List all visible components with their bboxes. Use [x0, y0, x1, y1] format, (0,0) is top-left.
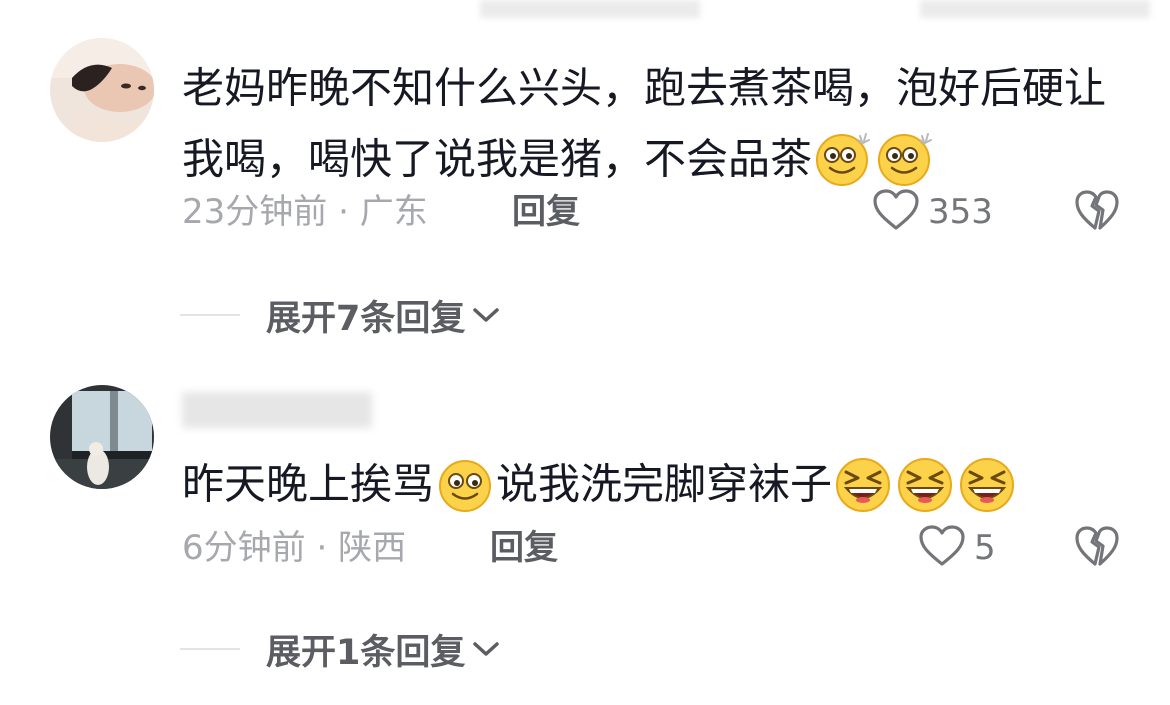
like-count: 353 — [928, 192, 993, 232]
comment-time: 23分钟前 — [182, 192, 328, 232]
heart-icon — [872, 188, 920, 236]
like-button[interactable]: 353 — [872, 188, 993, 236]
chevron-down-icon — [471, 305, 501, 325]
laughing-squint-emoji-icon — [896, 456, 954, 514]
comment-time: 6分钟前 — [182, 528, 306, 568]
smile-emoji-icon — [436, 456, 494, 514]
comment-location: 陕西 — [338, 528, 407, 568]
comment-text: 昨天晚上挨骂 说我洗完脚穿袜子 — [182, 448, 1112, 519]
dislike-button[interactable] — [1072, 524, 1122, 572]
dizzy-smile-emoji-icon — [876, 130, 934, 188]
dizzy-smile-emoji-icon — [814, 130, 872, 188]
avatar[interactable] — [50, 38, 154, 142]
expand-replies-label: 展开7条回复 — [266, 298, 466, 339]
comment-text: 老妈昨晚不知什么兴头，跑去煮茶喝，泡好后硬让我喝，喝快了说我是猪，不会品茶 — [182, 52, 1112, 193]
reply-button[interactable]: 回复 — [512, 188, 580, 236]
comment-text-part: 昨天晚上挨骂 — [182, 459, 435, 509]
heart-icon — [918, 524, 966, 572]
comment-text-part: 说我洗完脚穿袜子 — [496, 459, 833, 509]
divider — [180, 648, 240, 650]
reply-button[interactable]: 回复 — [490, 524, 558, 572]
meta-separator: · — [338, 192, 349, 232]
meta-separator: · — [316, 528, 328, 568]
laughing-squint-emoji-icon — [958, 456, 1016, 514]
comment-location: 广东 — [359, 192, 428, 232]
expand-replies-button[interactable]: 展开1条回复 — [180, 624, 501, 674]
comment-text-part: 老妈昨晚不知什么兴头，跑去煮茶喝，泡好后硬让我喝，喝快了说我是猪，不会品茶 — [182, 63, 1107, 184]
comment-list: 老妈昨晚不知什么兴头，跑去煮茶喝，泡好后硬让我喝，喝快了说我是猪，不会品茶 23… — [0, 0, 1170, 705]
divider — [180, 314, 240, 316]
chevron-down-icon — [471, 639, 501, 659]
blurred-previous-content — [0, 0, 1170, 22]
avatar[interactable] — [50, 385, 154, 489]
username-blurred[interactable] — [182, 392, 372, 428]
broken-heart-icon — [1074, 524, 1120, 572]
laughing-squint-emoji-icon — [834, 456, 892, 514]
comment-meta: 23分钟前 · 广东 — [182, 188, 428, 236]
dislike-button[interactable] — [1072, 188, 1122, 236]
comment-meta: 6分钟前 · 陕西 — [182, 524, 406, 572]
like-button[interactable]: 5 — [918, 524, 996, 572]
broken-heart-icon — [1074, 188, 1120, 236]
like-count: 5 — [974, 528, 996, 568]
expand-replies-button[interactable]: 展开7条回复 — [180, 290, 501, 340]
expand-replies-label: 展开1条回复 — [266, 632, 466, 673]
